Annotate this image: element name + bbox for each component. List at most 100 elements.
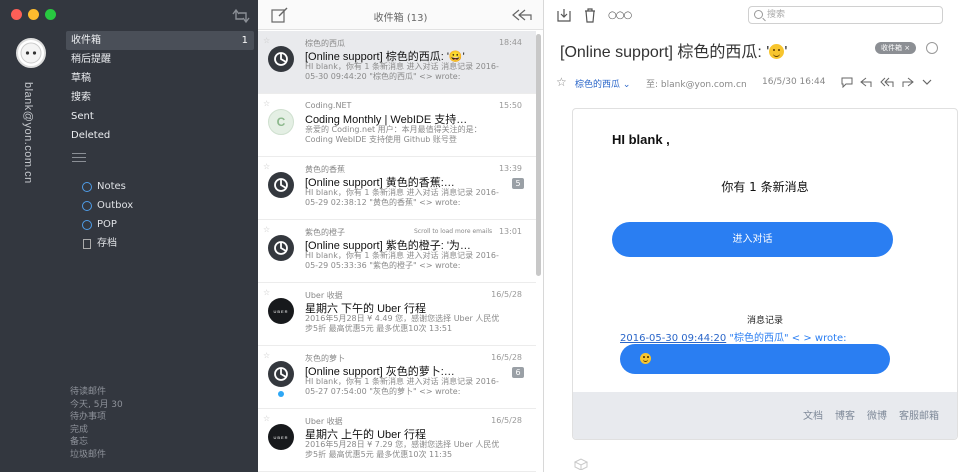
smart-folder-item[interactable]: 备忘	[70, 436, 123, 449]
star-icon[interactable]: ☆	[263, 414, 270, 423]
ring-icon	[82, 181, 92, 192]
message-preview: HI blank，你有 1 条新消息 进入对话 消息记录 2016-05-30 …	[305, 62, 499, 81]
folder-search[interactable]: 搜索	[66, 88, 254, 107]
reply-icon[interactable]	[860, 76, 874, 88]
smart-folder-item[interactable]: 待办事项	[70, 411, 123, 424]
message-preview: HI blank，你有 1 条新消息 进入对话 消息记录 2016-05-29 …	[305, 188, 499, 207]
list-item[interactable]: ☆ 棕色的西瓜 18:44 [Online support] 棕色的西瓜: '😀…	[258, 31, 536, 94]
list-item[interactable]: ☆ C Coding.NET 15:50 Coding Monthly | We…	[258, 94, 536, 157]
footer-link-docs[interactable]: 文档	[803, 407, 823, 422]
folder-inbox[interactable]: 收件箱 1	[66, 31, 254, 50]
enter-chat-button[interactable]: 进入对话	[612, 222, 893, 257]
subfolder-outbox[interactable]: Outbox	[82, 196, 133, 215]
footer-link-blog[interactable]: 博客	[835, 407, 855, 422]
trash-icon[interactable]	[582, 7, 598, 23]
minimize-window-icon[interactable]	[28, 9, 39, 20]
smart-folder-item[interactable]: 完成	[70, 424, 123, 437]
message-date: 13:01	[498, 227, 522, 236]
smart-folder-item[interactable]: 今天, 5月 30	[70, 399, 123, 412]
smiley-icon	[640, 353, 651, 364]
archive-icon[interactable]	[556, 7, 572, 23]
unread-dot-icon	[278, 391, 284, 397]
star-icon[interactable]: ☆	[556, 75, 567, 89]
avatar-face-icon	[20, 42, 42, 64]
message-items: ☆ 棕色的西瓜 18:44 [Online support] 棕色的西瓜: '😀…	[258, 31, 536, 472]
hamburger-icon[interactable]	[72, 153, 86, 163]
history-timestamp-link[interactable]: 2016-05-30 09:44:20	[620, 333, 726, 344]
list-item[interactable]: ☆ 紫色的橙子 13:01 [Online support] 紫色的橙子: '为…	[258, 220, 536, 283]
message-actions	[840, 76, 934, 88]
subfolder-archive[interactable]: 存档	[82, 234, 133, 253]
folder-drafts[interactable]: 草稿	[66, 69, 254, 88]
folder-snoozed[interactable]: 稍后提醒	[66, 50, 254, 69]
search-icon	[754, 10, 763, 19]
folder-label: 收件箱	[71, 35, 101, 46]
chevron-down-icon[interactable]	[920, 76, 934, 88]
smart-folder-item[interactable]: 垃圾邮件	[70, 449, 123, 462]
folder-deleted[interactable]: Deleted	[66, 126, 254, 145]
search-input[interactable]: 搜索	[748, 6, 943, 24]
message-date: 15:50	[498, 101, 522, 110]
message-preview: 亲爱的 Coding.net 用户：本月最值得关注的是：Coding WebID…	[305, 125, 482, 144]
list-item[interactable]: ☆ UBER Uber 收据 16/5/28 星期六 下午的 Uber 行程 2…	[258, 283, 536, 346]
star-icon[interactable]: ☆	[263, 162, 270, 171]
more-options-icon[interactable]: ○○○	[608, 10, 632, 21]
zoom-window-icon[interactable]	[45, 9, 56, 20]
star-icon[interactable]: ☆	[263, 36, 270, 45]
reader-subject: [Online support] 棕色的西瓜: ' '	[560, 38, 787, 62]
avatar[interactable]	[16, 38, 46, 68]
list-scrollbar[interactable]	[536, 34, 541, 276]
card-footer: 文档 博客 微博 客服邮箱	[573, 392, 957, 439]
message-body-card: HI blank , 你有 1 条新消息 进入对话 消息记录 2016-05-3…	[572, 108, 958, 440]
list-item[interactable]: ☆ 黄色的香蕉 13:39 [Online support] 黄色的香蕉:… H…	[258, 157, 536, 220]
star-icon[interactable]: ☆	[263, 288, 270, 297]
smart-folder-list: 待读邮件 今天, 5月 30 待办事项 完成 备忘 垃圾邮件	[70, 386, 123, 461]
close-window-icon[interactable]	[11, 9, 22, 20]
message-date: 16/5/28	[491, 353, 522, 362]
refresh-icon[interactable]	[230, 7, 252, 25]
footer-link-support-email[interactable]: 客服邮箱	[899, 407, 939, 422]
ring-icon	[82, 200, 92, 211]
folder-label: 草稿	[71, 73, 91, 84]
history-title: 消息记录	[746, 316, 783, 326]
list-title: 收件箱 (13)	[373, 13, 428, 24]
chat-bubble-icon[interactable]	[840, 76, 854, 88]
thread-count-badge: 5	[512, 178, 524, 189]
reply-all-icon[interactable]	[511, 7, 533, 23]
message-bubble	[620, 344, 890, 374]
subfolder-label: Notes	[97, 181, 126, 192]
list-toolbar: 收件箱 (13)	[258, 0, 543, 30]
folder-label: Deleted	[71, 130, 111, 141]
from-field[interactable]: 棕色的西瓜 ⌄	[575, 77, 630, 90]
smart-folder-item[interactable]: 待读邮件	[70, 386, 123, 399]
subfolder-notes[interactable]: Notes	[82, 177, 133, 196]
message-date: 16/5/28	[491, 290, 522, 299]
star-icon[interactable]: ☆	[263, 99, 270, 108]
message-date: 13:39	[498, 164, 522, 173]
list-item[interactable]: ☆ 灰色的萝卜 16/5/28 [Online support] 灰色的萝卜:……	[258, 346, 536, 409]
folder-sent[interactable]: Sent	[66, 107, 254, 126]
ring-icon	[82, 219, 92, 230]
forward-icon[interactable]	[900, 76, 914, 88]
sender-avatar: C	[268, 109, 294, 135]
sender-name: Coding.NET	[305, 101, 352, 110]
mark-read-toggle[interactable]	[926, 42, 938, 54]
star-icon[interactable]: ☆	[263, 351, 270, 360]
subfolder-pop[interactable]: POP	[82, 215, 133, 234]
reply-all-icon[interactable]	[880, 76, 894, 88]
unread-count: 1	[241, 35, 248, 46]
account-email: blank@yon.com.cn	[22, 82, 34, 184]
message-date: 18:44	[498, 38, 522, 47]
list-item[interactable]: ☆ UBER Uber 收据 16/5/28 星期六 上午的 Uber 行程 2…	[258, 409, 536, 472]
star-icon[interactable]: ☆	[263, 225, 270, 234]
folder-label: 稍后提醒	[71, 54, 111, 65]
sender-avatar	[268, 172, 294, 198]
folder-tag[interactable]: 收件箱 ×	[875, 42, 917, 54]
reader-pane: ○○○ 搜索 [Online support] 棕色的西瓜: ' ' 收件箱 × …	[544, 0, 960, 472]
subject-tail: '	[784, 44, 788, 61]
history-wrote: < > wrote:	[788, 333, 847, 344]
sidebar: blank@yon.com.cn 收件箱 1 稍后提醒 草稿 搜索 Sent D…	[0, 0, 258, 472]
footer-link-weibo[interactable]: 微博	[867, 407, 887, 422]
logo-icon	[274, 178, 288, 192]
smiley-icon	[769, 44, 785, 59]
